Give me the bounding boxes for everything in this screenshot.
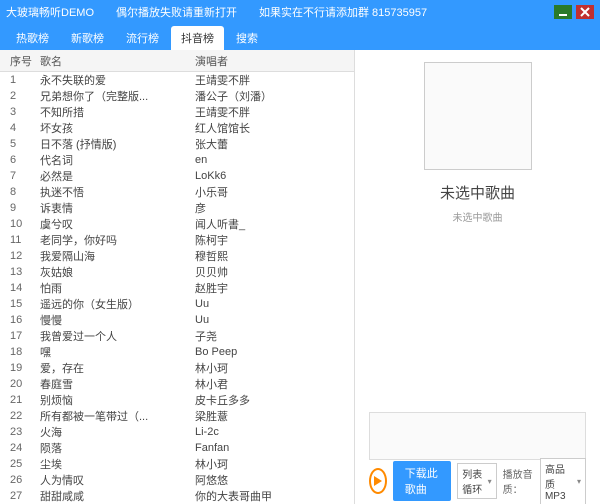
- lyric-box: [369, 412, 586, 460]
- table-row[interactable]: 7必然是LoKk6: [0, 168, 354, 184]
- table-row[interactable]: 9诉衷情彦: [0, 200, 354, 216]
- tab-1[interactable]: 新歌榜: [61, 26, 114, 50]
- current-song-subtitle: 未选中歌曲: [453, 209, 503, 224]
- table-row[interactable]: 23火海Li-2c: [0, 424, 354, 440]
- loop-mode-select[interactable]: 列表循环: [457, 463, 496, 499]
- controls-bar: 下载此歌曲 列表循环 播放音质： 高品质MP3: [369, 466, 586, 496]
- tab-3[interactable]: 抖音榜: [171, 26, 224, 50]
- table-row[interactable]: 8执迷不悟小乐哥: [0, 184, 354, 200]
- table-row[interactable]: 27甜甜咸咸你的大表哥曲甲: [0, 488, 354, 504]
- tab-4[interactable]: 搜索: [226, 26, 268, 50]
- table-header: 序号 歌名 演唱者: [0, 50, 354, 72]
- table-row[interactable]: 6代名词en: [0, 152, 354, 168]
- quality-label: 播放音质：: [503, 466, 534, 496]
- col-artist: 演唱者: [195, 53, 354, 69]
- table-row[interactable]: 10虞兮叹闻人听書_: [0, 216, 354, 232]
- table-row[interactable]: 14怕雨赵胜宇: [0, 280, 354, 296]
- table-row[interactable]: 15遥远的你（女生版）Uu: [0, 296, 354, 312]
- tab-bar: 热歌榜新歌榜流行榜抖音榜搜索: [0, 24, 600, 50]
- table-row[interactable]: 12我爱隔山海穆哲熙: [0, 248, 354, 264]
- tab-0[interactable]: 热歌榜: [6, 26, 59, 50]
- window-title: 大玻璃畅听DEMO 偶尔播放失败请重新打开 如果实在不行请添加群 8157359…: [6, 4, 554, 20]
- album-cover: [424, 62, 532, 170]
- table-row[interactable]: 20春庭雪林小君: [0, 376, 354, 392]
- quality-select[interactable]: 高品质MP3: [540, 458, 586, 504]
- table-row[interactable]: 11老同学，你好吗陈柯宇: [0, 232, 354, 248]
- table-row[interactable]: 4坏女孩红人馆馆长: [0, 120, 354, 136]
- table-row[interactable]: 21别烦恼皮卡丘多多: [0, 392, 354, 408]
- current-song-title: 未选中歌曲: [440, 182, 515, 203]
- minimize-button[interactable]: [554, 5, 572, 19]
- titlebar: 大玻璃畅听DEMO 偶尔播放失败请重新打开 如果实在不行请添加群 8157359…: [0, 0, 600, 24]
- col-index: 序号: [0, 53, 40, 69]
- table-row[interactable]: 5日不落 (抒情版)张大蕾: [0, 136, 354, 152]
- table-row[interactable]: 13灰姑娘贝贝帅: [0, 264, 354, 280]
- tab-2[interactable]: 流行榜: [116, 26, 169, 50]
- play-button[interactable]: [369, 468, 387, 494]
- table-row[interactable]: 22所有都被一笔带过（...梁胜薏: [0, 408, 354, 424]
- download-button[interactable]: 下载此歌曲: [393, 461, 451, 501]
- table-row[interactable]: 19爱，存在林小珂: [0, 360, 354, 376]
- table-row[interactable]: 1永不失联的爱王靖雯不胖: [0, 72, 354, 88]
- table-row[interactable]: 16慢慢Uu: [0, 312, 354, 328]
- song-list-panel: 序号 歌名 演唱者 1永不失联的爱王靖雯不胖2兄弟想你了（完整版...潘公子（刘…: [0, 50, 355, 504]
- table-row[interactable]: 24陨落Fanfan: [0, 440, 354, 456]
- col-name: 歌名: [40, 53, 195, 69]
- table-row[interactable]: 18嘿Bo Peep: [0, 344, 354, 360]
- table-row[interactable]: 25尘埃林小珂: [0, 456, 354, 472]
- close-button[interactable]: [576, 5, 594, 19]
- table-row[interactable]: 3不知所措王靖雯不胖: [0, 104, 354, 120]
- table-body[interactable]: 1永不失联的爱王靖雯不胖2兄弟想你了（完整版...潘公子（刘潘）3不知所措王靖雯…: [0, 72, 354, 504]
- table-row[interactable]: 17我曾爱过一个人子尧: [0, 328, 354, 344]
- table-row[interactable]: 26人为情叹阿悠悠: [0, 472, 354, 488]
- detail-panel: 未选中歌曲 未选中歌曲 下载此歌曲 列表循环 播放音质： 高品质MP3: [355, 50, 600, 504]
- table-row[interactable]: 2兄弟想你了（完整版...潘公子（刘潘）: [0, 88, 354, 104]
